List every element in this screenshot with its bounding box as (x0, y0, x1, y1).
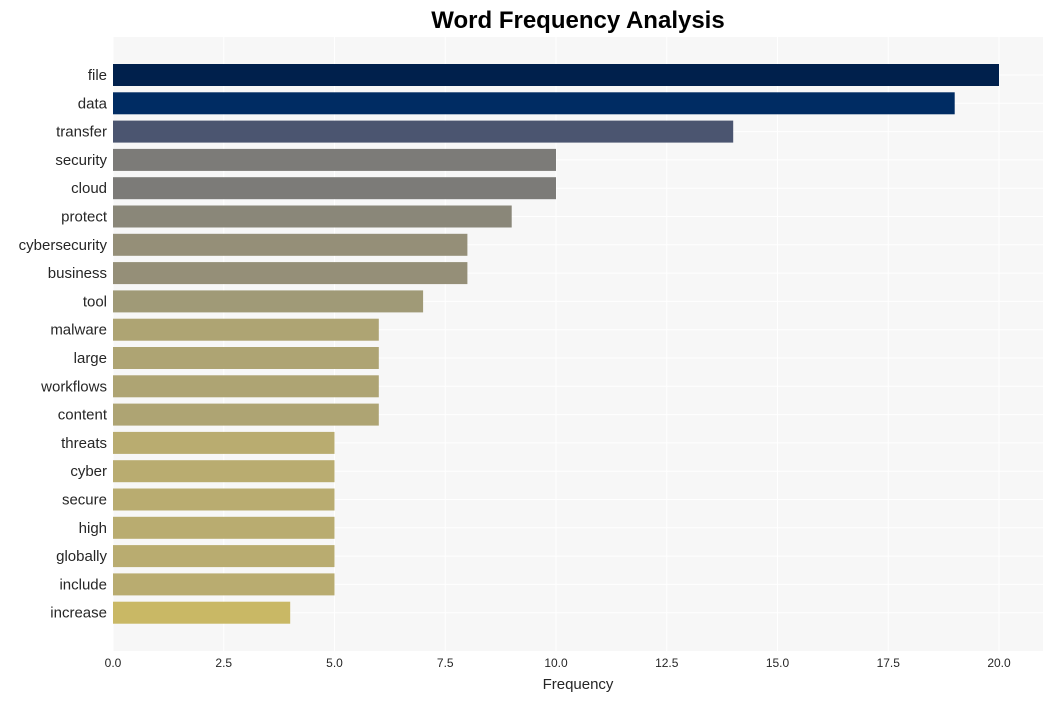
bar-transfer (113, 120, 734, 143)
y-tick-label: transfer (56, 124, 107, 141)
bar-cloud (113, 177, 556, 200)
bar-business (113, 262, 468, 285)
bar-tool (113, 290, 424, 313)
y-tick-label: malware (50, 322, 107, 339)
bar-data (113, 92, 955, 115)
y-tick-label: business (48, 265, 107, 282)
y-tick-label: workflows (40, 378, 107, 395)
x-tick-label: 2.5 (215, 656, 232, 670)
y-tick-label: large (74, 350, 107, 367)
x-tick-label: 12.5 (655, 656, 679, 670)
bar-large (113, 347, 379, 369)
x-tick-labels: 0.0 2.5 5.0 7.5 10.0 12.5 15.0 17.5 20.0 (105, 656, 1011, 670)
y-tick-label: include (59, 576, 107, 593)
y-tick-labels: file data transfer security cloud protect cybe… (19, 67, 108, 622)
x-tick-label: 15.0 (766, 656, 790, 670)
y-tick-label: cloud (71, 180, 107, 197)
bar-cyber (113, 460, 335, 483)
y-tick-label: globally (56, 548, 107, 565)
bar-malware (113, 318, 379, 341)
y-tick-label: increase (50, 605, 107, 622)
bar-high (113, 516, 335, 539)
bar-threats (113, 431, 335, 454)
y-tick-label: tool (83, 293, 107, 310)
x-tick-label: 17.5 (877, 656, 901, 670)
y-tick-label: file (88, 67, 107, 84)
y-tick-label: high (79, 520, 107, 537)
x-tick-label: 0.0 (105, 656, 122, 670)
x-tick-label: 20.0 (987, 656, 1011, 670)
bar-protect (113, 205, 512, 228)
y-tick-label: protect (61, 209, 108, 226)
bar-security (113, 148, 556, 171)
bar-content (113, 403, 379, 426)
y-tick-label: cyber (70, 463, 107, 480)
chart-title: Word Frequency Analysis (431, 7, 724, 34)
x-tick-label: 7.5 (437, 656, 454, 670)
bar-workflows (113, 375, 379, 398)
y-tick-label: cybersecurity (19, 237, 108, 254)
y-tick-label: secure (62, 492, 107, 509)
y-tick-label: data (78, 95, 108, 112)
bar-file (113, 64, 999, 86)
y-tick-label: threats (61, 435, 107, 452)
bar-increase (113, 601, 291, 624)
x-tick-label: 10.0 (544, 656, 568, 670)
bar-secure (113, 488, 335, 511)
bar-include (113, 573, 335, 596)
bar-chart: file data transfer security cloud protect cybe… (19, 7, 1043, 693)
y-tick-label: content (58, 407, 108, 424)
x-tick-label: 5.0 (326, 656, 343, 670)
y-tick-label: security (55, 152, 107, 169)
bar-globally (113, 545, 335, 568)
bar-cybersecurity (113, 233, 468, 256)
x-axis-label: Frequency (543, 676, 614, 693)
